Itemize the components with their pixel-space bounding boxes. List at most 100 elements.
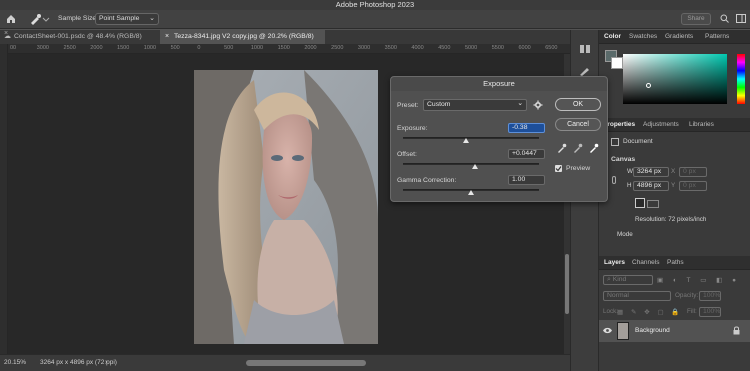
width-value: 3264 px: [637, 168, 662, 175]
cancel-button[interactable]: Cancel: [555, 118, 601, 131]
gamma-field[interactable]: 1.00: [508, 175, 545, 185]
width-field[interactable]: 3264 px: [633, 167, 669, 177]
workspace-icon[interactable]: [736, 14, 746, 23]
lock-label: Lock:: [603, 308, 619, 315]
y-value: 0 px: [683, 182, 696, 189]
landscape-orientation-icon[interactable]: [647, 200, 659, 208]
ruler-mark: 2000: [90, 45, 103, 51]
tab-layers[interactable]: Layers: [604, 256, 625, 270]
zoom-level[interactable]: 20.15%: [4, 355, 26, 371]
tab-color[interactable]: Color: [604, 30, 621, 44]
document-icon: [611, 138, 619, 146]
ruler-mark: 6500: [545, 45, 558, 51]
sample-size-select[interactable]: Point Sample ⌄: [95, 13, 159, 25]
x-field[interactable]: 0 px: [679, 167, 707, 177]
canvas-label: Canvas: [611, 156, 636, 163]
layers-panel-tabs: Layers Channels Paths: [599, 256, 750, 270]
horizontal-scrollbar-thumb[interactable]: [246, 360, 366, 366]
ruler-mark: 1000: [250, 45, 264, 51]
link-icon[interactable]: [612, 176, 616, 184]
options-bar: Sample Size: Point Sample ⌄ Share: [0, 10, 750, 29]
ok-button[interactable]: OK: [555, 98, 601, 111]
fill-field[interactable]: 100%: [699, 307, 721, 317]
title-bar: Adobe Photoshop 2023: [0, 0, 750, 10]
tab-contactsheet[interactable]: ☁ ContactSheet-001.psdc @ 48.4% (RGB/8): [0, 30, 160, 44]
layer-filter-icons[interactable]: ▣ ◐ T ▭ ◧ ●: [657, 276, 745, 284]
white-point-eyedropper-icon[interactable]: [589, 143, 599, 153]
exposure-field[interactable]: -0.38: [508, 123, 545, 133]
hue-slider[interactable]: [737, 54, 745, 104]
ruler-mark: 00: [10, 45, 17, 51]
sample-size-label: Sample Size:: [58, 15, 99, 22]
tab-paths[interactable]: Paths: [667, 256, 684, 270]
offset-slider-track[interactable]: [403, 163, 539, 165]
y-field[interactable]: 0 px: [679, 181, 707, 191]
ruler-mark: 3000: [357, 45, 371, 51]
eye-icon[interactable]: [603, 327, 612, 334]
ruler-mark: 0: [197, 45, 201, 51]
x-label: X: [671, 168, 676, 175]
history-icon[interactable]: [579, 44, 591, 54]
preview-label: Preview: [566, 165, 591, 172]
home-icon[interactable]: [6, 14, 16, 24]
blend-mode-select[interactable]: Normal: [603, 291, 671, 301]
close-icon[interactable]: ×: [165, 30, 169, 44]
tab-gradients[interactable]: Gradients: [665, 30, 693, 44]
brush-settings-icon[interactable]: [579, 66, 591, 76]
offset-field[interactable]: +0.0447: [508, 149, 545, 159]
tab-label: Tezza-8341.jpg V2 copy.jpg @ 20.2% (RGB/…: [174, 33, 314, 40]
portrait-orientation-icon[interactable]: [635, 198, 645, 208]
right-panel-dock: Color Swatches Gradients Patterns Proper…: [598, 30, 750, 371]
gamma-value: 1.00: [512, 176, 526, 183]
height-label: H: [627, 182, 632, 189]
layer-row[interactable]: Background: [599, 320, 750, 342]
lock-icons[interactable]: ▦ ✎ ✥ ▢ 🔒: [617, 308, 683, 316]
ruler-mark: 3500: [384, 45, 397, 51]
ruler-mark: 5000: [464, 45, 478, 51]
color-panel-tabs: Color Swatches Gradients Patterns: [599, 30, 750, 44]
ruler-mark: 4500: [438, 45, 451, 51]
x-value: 0 px: [683, 168, 696, 175]
chevron-down-icon: ⌄: [149, 15, 155, 22]
tab-adjustments[interactable]: Adjustments: [643, 118, 679, 132]
color-picker-marker[interactable]: [646, 83, 651, 88]
window-title: Adobe Photoshop 2023: [335, 0, 415, 9]
offset-value: +0.0447: [512, 150, 537, 157]
dialog-title: Exposure: [391, 77, 607, 91]
tab-tezza[interactable]: × Tezza-8341.jpg V2 copy.jpg @ 20.2% (RG…: [160, 30, 325, 44]
scrollbar-thumb[interactable]: [565, 254, 569, 314]
tab-channels[interactable]: Channels: [632, 256, 659, 270]
opacity-field[interactable]: 100%: [699, 291, 721, 301]
ruler-mark: 2500: [331, 45, 344, 51]
ruler-mark: 4000: [411, 45, 424, 51]
background-color-swatch[interactable]: [611, 57, 623, 69]
black-point-eyedropper-icon[interactable]: [557, 143, 567, 153]
layer-name[interactable]: Background: [635, 327, 670, 334]
exposure-dialog: Exposure Preset: Custom ⌄ OK Cancel Expo…: [390, 76, 608, 202]
tab-label: ContactSheet-001.psdc @ 48.4% (RGB/8): [14, 33, 142, 40]
offset-label: Offset:: [397, 151, 417, 158]
eyedropper-tool-preset[interactable]: [28, 13, 50, 25]
preset-select[interactable]: Custom ⌄: [423, 99, 527, 111]
exposure-slider-thumb[interactable]: [463, 138, 469, 143]
layer-filter-kind[interactable]: ⌕ Kind: [603, 275, 653, 285]
exposure-slider-track[interactable]: [403, 137, 539, 139]
preview-checkbox[interactable]: [555, 165, 562, 172]
height-field[interactable]: 4896 px: [633, 181, 669, 191]
tab-swatches[interactable]: Swatches: [629, 30, 657, 44]
chevron-down-icon: ⌄: [517, 100, 523, 107]
gear-icon[interactable]: [533, 100, 543, 110]
share-button[interactable]: Share: [681, 13, 711, 25]
tab-libraries[interactable]: Libraries: [689, 118, 714, 132]
preset-label: Preset:: [397, 102, 419, 109]
height-value: 4896 px: [637, 182, 662, 189]
gamma-slider-thumb[interactable]: [468, 190, 474, 195]
close-icon[interactable]: ×: [4, 30, 8, 37]
tab-patterns[interactable]: Patterns: [705, 30, 729, 44]
color-saturation-field[interactable]: [623, 54, 727, 104]
gray-point-eyedropper-icon[interactable]: [573, 143, 583, 153]
chevron-right-icon[interactable]: ›: [105, 355, 107, 371]
search-icon[interactable]: [720, 14, 729, 23]
filter-kind-value: Kind: [612, 276, 627, 283]
offset-slider-thumb[interactable]: [472, 164, 478, 169]
